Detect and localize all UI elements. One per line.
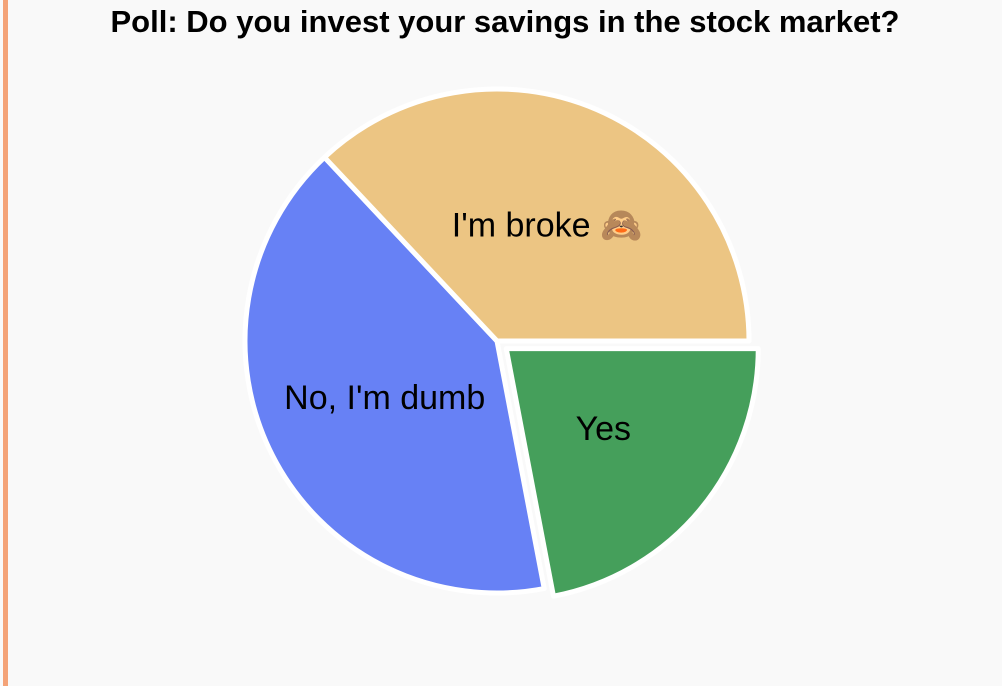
chart-frame: Poll: Do you invest your savings in the … — [0, 0, 1002, 686]
pie-slice-label-0: Yes — [576, 410, 631, 448]
pie-chart: Yes No, I'm dumb I'm broke 🙈 — [242, 86, 761, 599]
pie-slice-label-1: No, I'm dumb — [284, 379, 485, 417]
pie-slice-label-2: I'm broke 🙈 — [452, 206, 643, 244]
pie-slice-0 — [503, 346, 761, 599]
